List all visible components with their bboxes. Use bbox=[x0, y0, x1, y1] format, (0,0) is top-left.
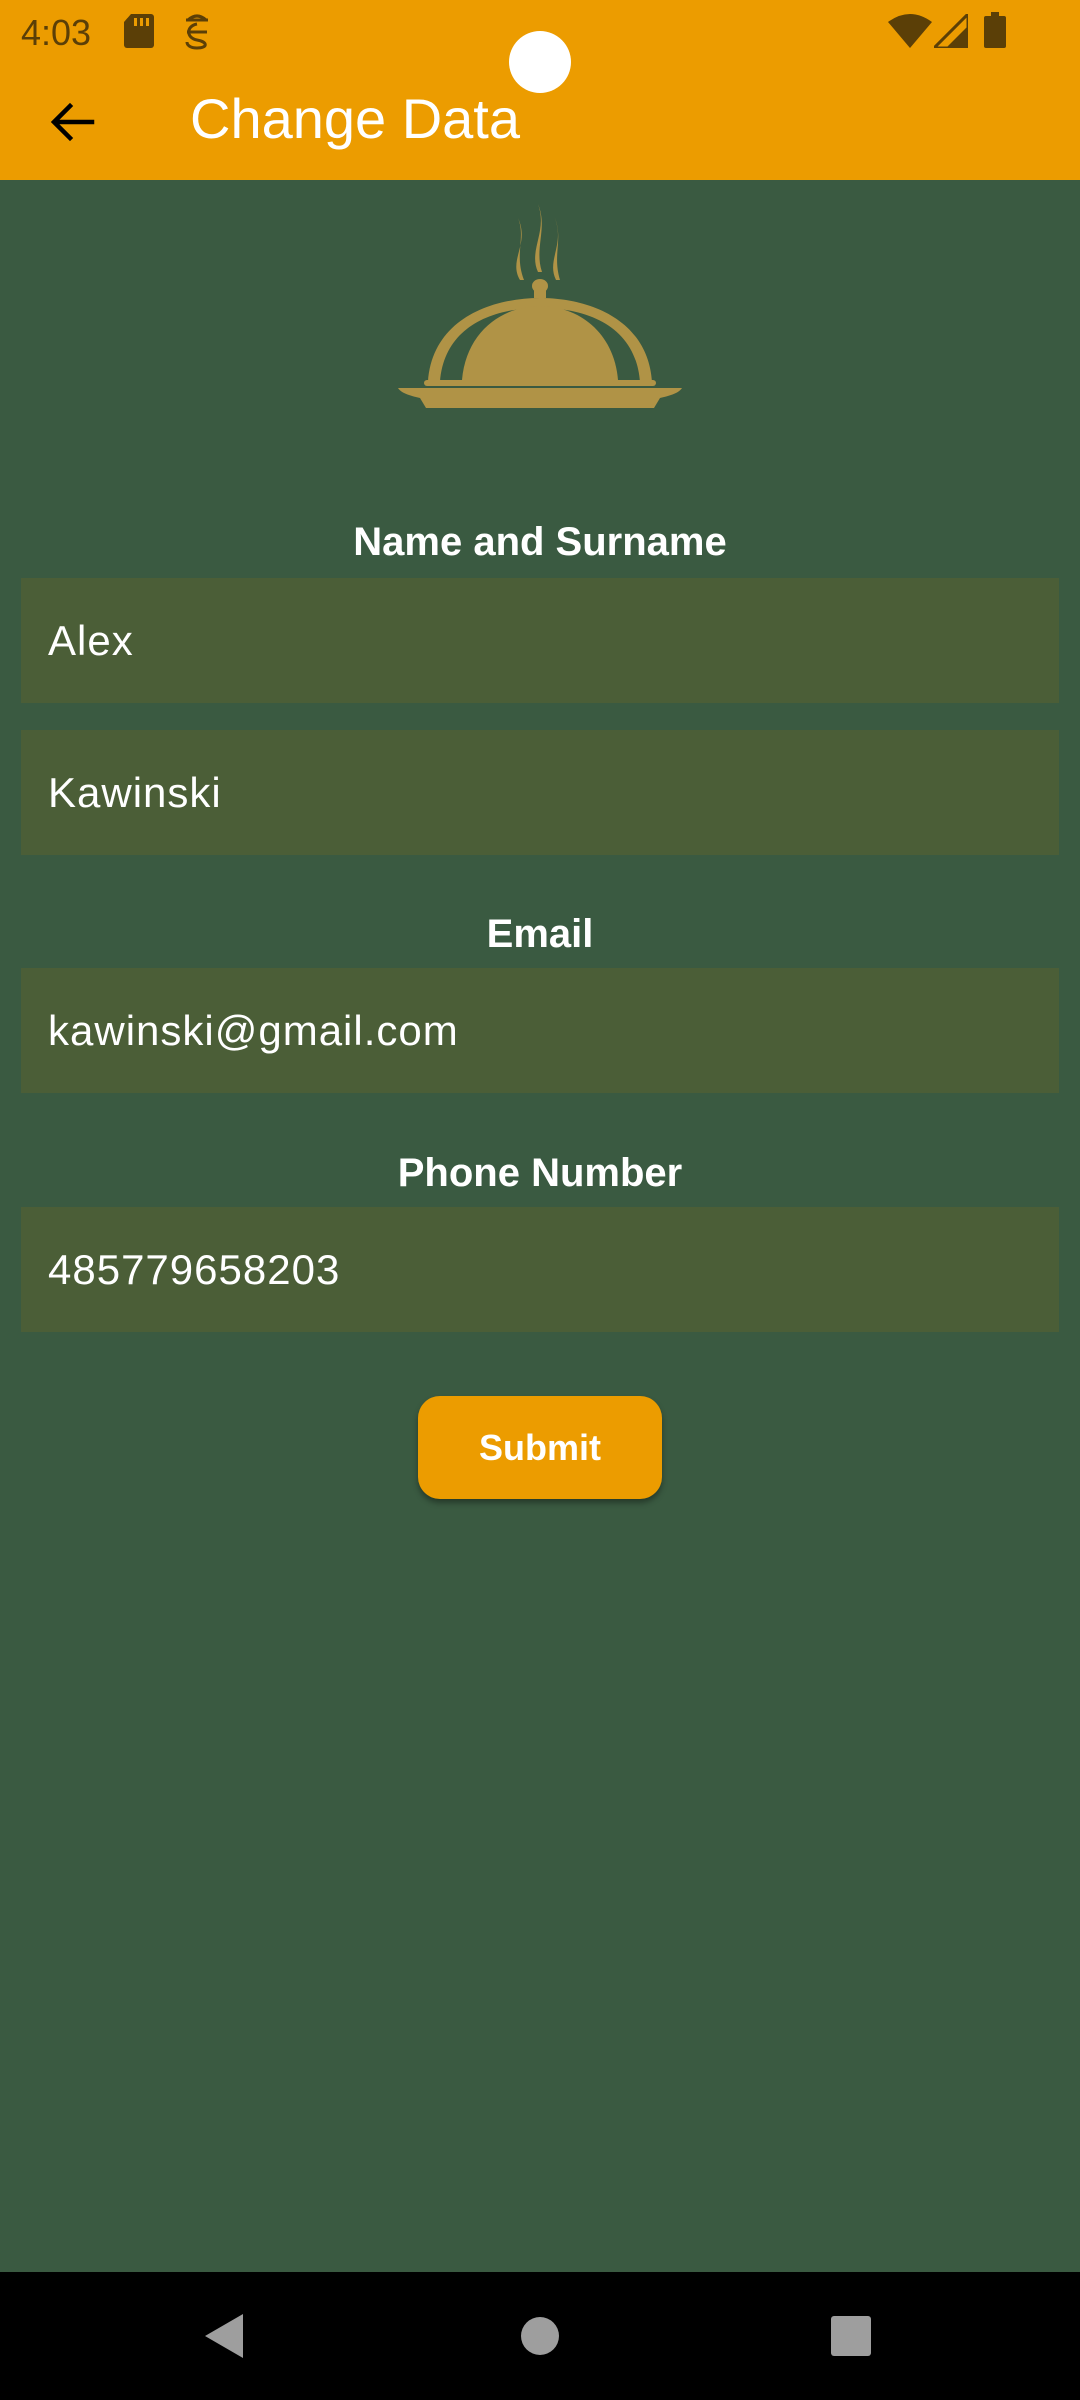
email-field[interactable] bbox=[21, 968, 1059, 1093]
nav-recents-button[interactable] bbox=[771, 2272, 931, 2400]
nav-home-icon bbox=[521, 2317, 559, 2355]
sync-icon bbox=[182, 14, 212, 55]
navigation-bar bbox=[0, 2272, 1080, 2400]
phone-section-label: Phone Number bbox=[397, 1151, 683, 1195]
phone-field[interactable] bbox=[21, 1207, 1059, 1332]
toolbar: Change Data bbox=[0, 64, 1080, 180]
status-time: 4:03 bbox=[21, 12, 92, 53]
last-name-field[interactable] bbox=[21, 730, 1059, 855]
wifi-icon bbox=[888, 14, 932, 53]
nav-back-button[interactable] bbox=[145, 2272, 305, 2400]
arrow-left-icon bbox=[50, 102, 95, 142]
page-title: Change Data bbox=[190, 87, 521, 150]
name-section-label: Name and Surname bbox=[353, 520, 727, 564]
battery-icon bbox=[984, 12, 1006, 53]
app-header: 4:03 Change Data bbox=[0, 0, 1080, 180]
submit-button[interactable]: Submit bbox=[418, 1396, 662, 1499]
nav-back-icon bbox=[205, 2314, 243, 2358]
email-section-label: Email bbox=[486, 912, 594, 956]
signal-icon bbox=[930, 10, 970, 53]
serving-cloche-icon bbox=[398, 202, 682, 426]
back-button[interactable] bbox=[34, 84, 110, 160]
nav-home-button[interactable] bbox=[460, 2272, 620, 2400]
nav-recents-icon bbox=[831, 2316, 871, 2356]
sd-card-icon bbox=[124, 14, 154, 53]
first-name-field[interactable] bbox=[21, 578, 1059, 703]
